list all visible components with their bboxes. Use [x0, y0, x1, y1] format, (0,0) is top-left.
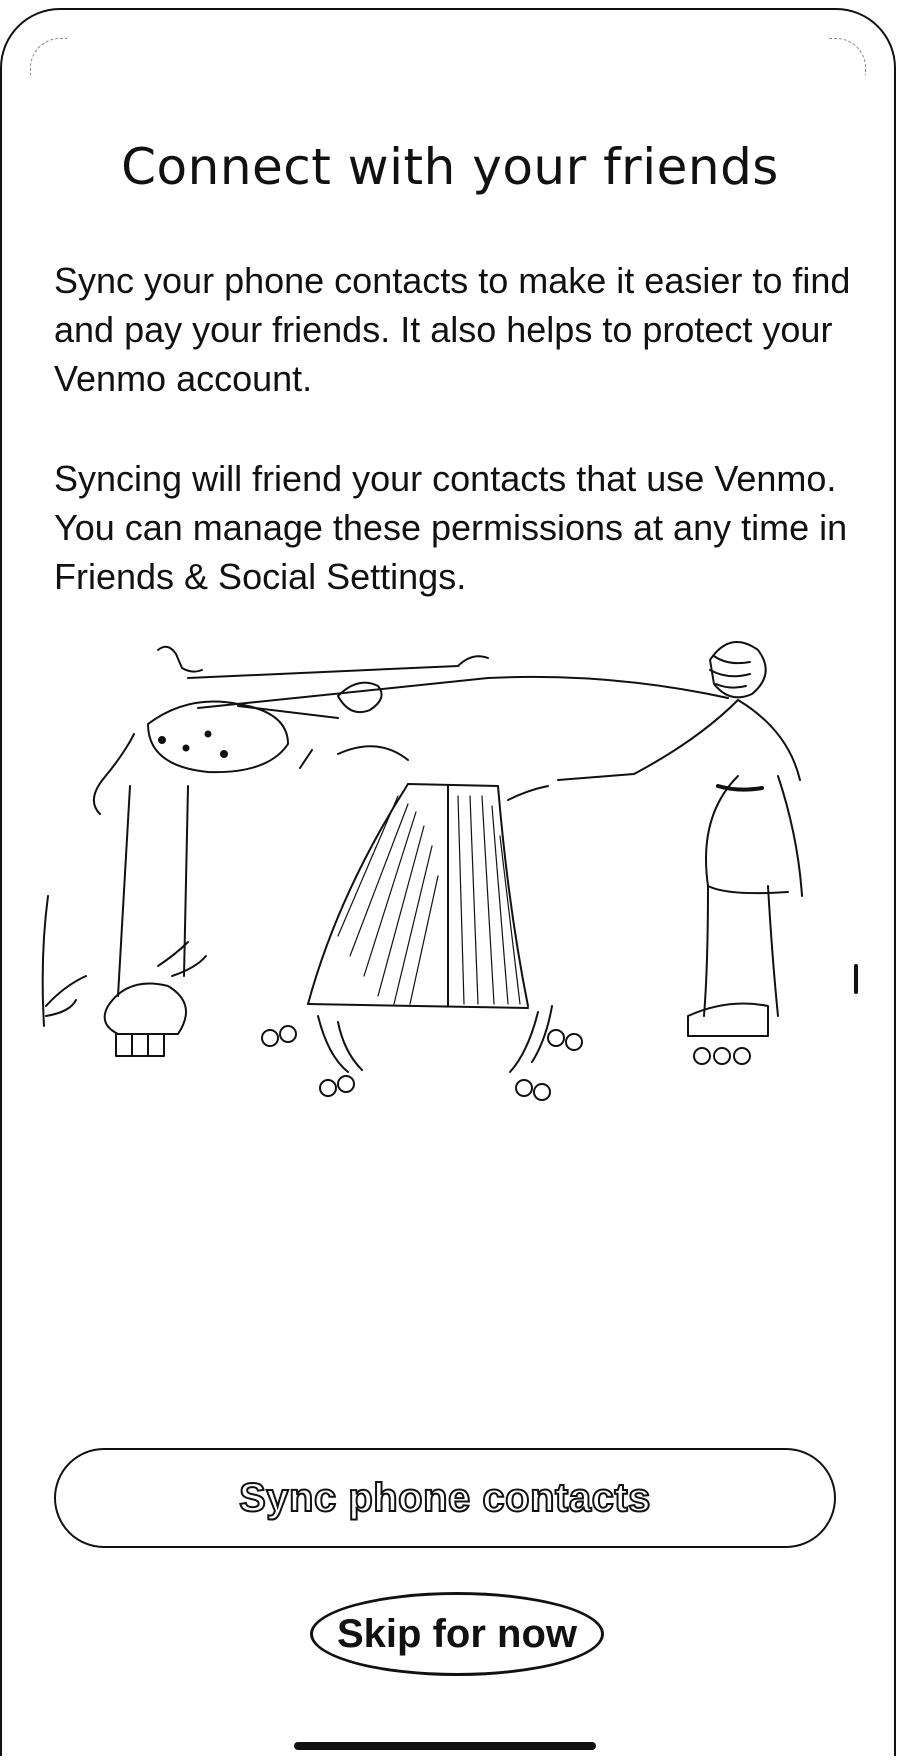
intro-paragraph: Sync your phone contacts to make it easi… — [54, 260, 851, 399]
skip-for-now-label: Skip for now — [337, 1611, 577, 1656]
page-title: Connect with your friends — [121, 138, 779, 196]
middle-skater — [261, 681, 583, 1101]
permissions-paragraph: Syncing will friend your contacts that u… — [54, 458, 848, 597]
linked-arms — [197, 675, 729, 709]
home-indicator — [294, 1742, 596, 1750]
sync-contacts-button[interactable]: Sync phone contacts — [54, 1448, 836, 1548]
frame-corner-left — [30, 38, 67, 75]
sync-contacts-label: Sync phone contacts — [238, 1475, 651, 1521]
skip-for-now-button[interactable]: Skip for now — [310, 1592, 604, 1676]
friends-skating-illustration — [41, 641, 858, 1101]
right-skater — [557, 641, 858, 1065]
left-skater — [41, 645, 489, 1057]
frame-corner-right — [829, 38, 866, 75]
